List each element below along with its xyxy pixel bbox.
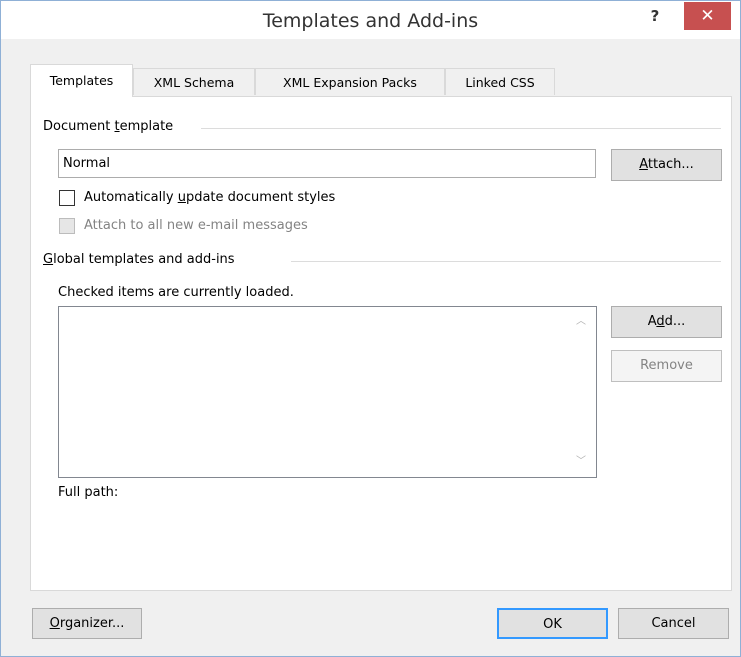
loaded-items-hint: Checked items are currently loaded. [58, 285, 294, 300]
organizer-button[interactable]: Organizer... [32, 608, 142, 639]
add-button[interactable]: Add... [611, 306, 722, 338]
tab-linked-css[interactable]: Linked CSS [445, 68, 555, 95]
tab-xml-schema[interactable]: XML Schema [133, 68, 255, 95]
full-path-label: Full path: [58, 485, 119, 500]
templates-addins-dialog: Templates and Add-ins ? ✕ Templates XML … [0, 0, 741, 657]
close-button[interactable]: ✕ [684, 2, 731, 30]
remove-button: Remove [611, 350, 722, 382]
attach-button[interactable]: Attach... [611, 149, 722, 181]
tab-templates[interactable]: Templates [30, 64, 133, 97]
global-templates-list[interactable]: ︿ ﹀ [58, 306, 597, 478]
tab-xml-expansion-packs[interactable]: XML Expansion Packs [255, 68, 445, 95]
help-button[interactable]: ? [645, 7, 665, 29]
section-divider [291, 261, 721, 262]
document-template-heading: Document template [43, 119, 182, 134]
scroll-down-icon[interactable]: ﹀ [573, 455, 589, 469]
attach-email-checkbox [59, 218, 75, 234]
close-icon: ✕ [700, 6, 715, 26]
attach-email-label: Attach to all new e-mail messages [84, 218, 308, 233]
section-divider [201, 128, 721, 129]
auto-update-label: Automatically update document styles [84, 190, 336, 205]
global-templates-heading: Global templates and add-ins [43, 252, 243, 267]
dialog-title: Templates and Add-ins [262, 10, 479, 32]
auto-update-checkbox[interactable] [59, 190, 75, 206]
title-bar: Templates and Add-ins ? ✕ [1, 1, 740, 39]
ok-button[interactable]: OK [497, 608, 608, 639]
cancel-button[interactable]: Cancel [618, 608, 729, 639]
scroll-up-icon[interactable]: ︿ [573, 315, 589, 329]
document-template-field[interactable]: Normal [58, 149, 596, 178]
